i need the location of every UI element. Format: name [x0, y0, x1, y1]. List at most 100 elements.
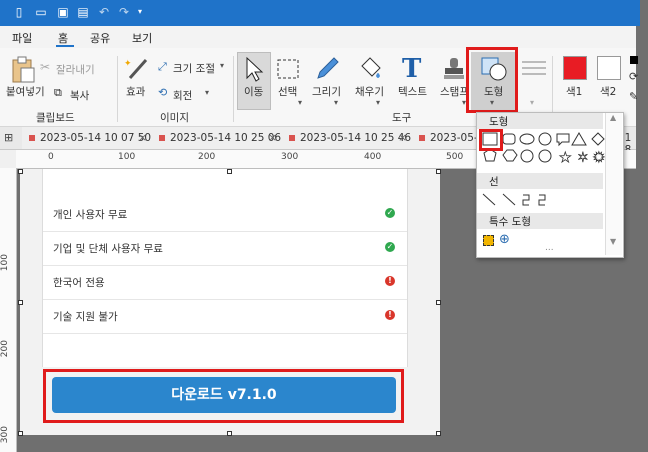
- arrow-line-shape-icon: [502, 193, 516, 206]
- pencil-icon[interactable]: [314, 56, 340, 82]
- rotate-icon[interactable]: ⟲: [158, 86, 167, 99]
- menu-share[interactable]: 공유: [90, 30, 110, 46]
- download-button-highlight: [43, 369, 404, 423]
- ruler-label: 200: [0, 340, 10, 358]
- text-button[interactable]: 텍스트: [398, 84, 427, 99]
- menu-home[interactable]: 홈: [58, 30, 68, 46]
- paste-icon[interactable]: [10, 56, 36, 84]
- resize-handle[interactable]: [18, 431, 23, 436]
- resize-handle[interactable]: [436, 169, 441, 174]
- swap-colors-icon[interactable]: ⟳: [629, 70, 638, 83]
- document-tab[interactable]: 2023-05-1: [412, 127, 484, 149]
- shapes-scrollbar[interactable]: ▲ ▼: [605, 113, 622, 255]
- heptagon-shape-icon: [520, 149, 534, 163]
- select-button[interactable]: 선택: [278, 84, 297, 99]
- ruler-label: 200: [198, 152, 216, 162]
- highlight-shape-icon[interactable]: [483, 235, 494, 246]
- chevron-down-icon[interactable]: ▾: [334, 98, 338, 107]
- paste-button[interactable]: 붙여넣기: [6, 84, 45, 99]
- rotate-button[interactable]: 회전: [173, 88, 192, 103]
- chevron-down-icon[interactable]: ▾: [376, 98, 380, 107]
- resize-handle[interactable]: [227, 431, 232, 436]
- undo-icon[interactable]: ↶: [97, 5, 111, 19]
- lines-grid: [482, 193, 546, 206]
- fill-bucket-icon[interactable]: [356, 56, 384, 82]
- ruler-label: 500: [446, 152, 464, 162]
- print-icon[interactable]: ▤: [76, 5, 90, 19]
- chevron-down-icon[interactable]: ▾: [205, 88, 209, 97]
- image-group-label: 이미지: [160, 112, 189, 124]
- select-rect-icon[interactable]: [276, 58, 300, 80]
- ribbon-separator: [233, 56, 234, 122]
- chevron-up-icon[interactable]: ▲: [610, 113, 616, 122]
- menu-file[interactable]: 파일: [12, 30, 32, 46]
- close-icon[interactable]: ×: [398, 131, 407, 144]
- grid-view-icon[interactable]: ⊞: [4, 131, 13, 144]
- open-folder-icon[interactable]: ▭: [34, 5, 48, 19]
- diamond-shape-icon: [591, 132, 605, 146]
- cut-icon[interactable]: ✂: [40, 60, 50, 74]
- shape-tool-highlight: [466, 47, 518, 113]
- resize-button[interactable]: 크기 조절: [173, 61, 215, 76]
- close-icon[interactable]: ×: [138, 131, 147, 144]
- stamp-icon[interactable]: [442, 56, 466, 82]
- copy-icon[interactable]: ⧉: [54, 86, 62, 100]
- resize-handle[interactable]: [18, 300, 23, 305]
- chevron-down-icon[interactable]: ▾: [530, 98, 534, 107]
- document-tab[interactable]: 2023-05-14 10 07 50 ×: [22, 127, 153, 149]
- burst-shape-icon: ✹: [593, 150, 605, 166]
- warning-icon: !: [385, 310, 395, 320]
- dropdown-icon[interactable]: ▾: [133, 5, 147, 19]
- ruler-label: 300: [281, 152, 299, 162]
- effects-button[interactable]: 효과: [126, 84, 145, 99]
- close-icon[interactable]: ×: [268, 131, 277, 144]
- stamp-button[interactable]: 스탬프: [440, 84, 469, 99]
- document-tab[interactable]: 2023-05-14 10 25 06 ×: [152, 127, 283, 149]
- color1-swatch[interactable]: [563, 56, 587, 80]
- resize-handle[interactable]: [436, 300, 441, 305]
- more-shapes-handle[interactable]: ...: [545, 243, 554, 253]
- document-modified-icon: [289, 135, 295, 141]
- document-tab[interactable]: 2023-05-14 10 25 46 ×: [282, 127, 413, 149]
- list-item: 기술 지원 불가 !: [43, 299, 407, 334]
- document-modified-icon: [419, 135, 425, 141]
- vertical-ruler: 100 200 300: [0, 168, 17, 452]
- feature-label: 개인 사용자 무료: [53, 209, 128, 221]
- line-shape-icon: [482, 193, 496, 206]
- rectangle-shape-highlight: [479, 129, 503, 151]
- copy-button[interactable]: 복사: [70, 88, 89, 103]
- resize-handle[interactable]: [436, 431, 441, 436]
- feature-label: 기업 및 단체 사용자 무료: [53, 243, 163, 255]
- selected-menu-indicator: [56, 45, 74, 47]
- color2-button[interactable]: 색2: [600, 84, 616, 99]
- resize-handle[interactable]: [18, 169, 23, 174]
- resize-icon[interactable]: ⤢: [158, 60, 167, 74]
- save-icon[interactable]: ▣: [56, 5, 70, 19]
- effects-icon[interactable]: ✦: [124, 56, 150, 82]
- eyedropper-icon[interactable]: ✎: [629, 90, 638, 103]
- rounded-rectangle-shape-icon: [502, 133, 516, 145]
- ruler-label: 100: [118, 152, 136, 162]
- cursor-icon[interactable]: [244, 56, 264, 82]
- text-tool-icon[interactable]: T: [402, 54, 421, 84]
- redo-icon[interactable]: ↷: [117, 5, 131, 19]
- ellipse-shape-icon: [519, 133, 535, 145]
- check-icon: ✓: [385, 242, 395, 252]
- chevron-down-icon[interactable]: ▾: [298, 98, 302, 107]
- chevron-down-icon[interactable]: ▼: [610, 237, 616, 246]
- color2-swatch[interactable]: [597, 56, 621, 80]
- check-icon: ✓: [385, 208, 395, 218]
- chevron-down-icon[interactable]: ▾: [220, 61, 224, 70]
- color1-button[interactable]: 색1: [566, 84, 582, 99]
- fill-button[interactable]: 채우기: [355, 84, 384, 99]
- line-width-icon[interactable]: [520, 58, 548, 78]
- document-tab-label: 2023-05-14 10 25 06: [170, 132, 282, 144]
- black-color-chip[interactable]: [630, 56, 638, 64]
- resize-handle[interactable]: [227, 169, 232, 174]
- move-button[interactable]: 이동: [244, 84, 263, 99]
- menu-view[interactable]: 보기: [132, 30, 152, 46]
- add-shape-icon[interactable]: ⊕: [499, 232, 510, 247]
- new-file-icon[interactable]: ▯: [12, 5, 26, 19]
- cut-button[interactable]: 잘라내기: [56, 62, 95, 77]
- draw-button[interactable]: 그리기: [312, 84, 341, 99]
